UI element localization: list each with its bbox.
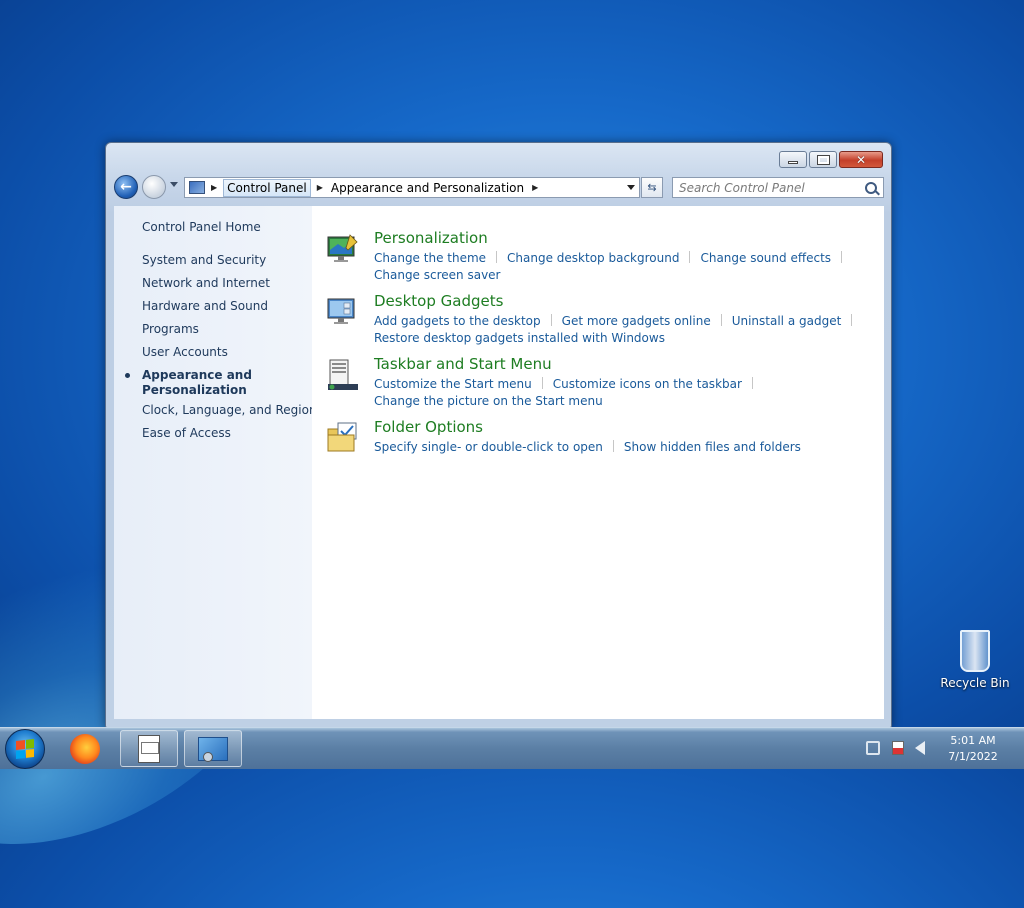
link-change-start-menu-picture[interactable]: Change the picture on the Start menu [374,394,603,408]
caption-buttons: ✕ [779,151,883,168]
category-title[interactable]: Desktop Gadgets [374,292,503,310]
link-single-double-click[interactable]: Specify single- or double-click to open [374,440,603,454]
gadgets-icon[interactable] [326,295,360,329]
back-button[interactable]: ← [114,175,138,199]
link-customize-taskbar-icons[interactable]: Customize icons on the taskbar [553,377,742,391]
taskbar-notepad[interactable] [120,730,178,767]
link-separator [612,440,614,452]
link-customize-start-menu[interactable]: Customize the Start menu [374,377,532,391]
link-separator [541,377,543,389]
close-icon: ✕ [855,152,867,167]
breadcrumb-control-panel[interactable]: Control Panel [223,178,311,197]
link-separator [841,251,843,263]
system-clock[interactable]: 5:01 AM 7/1/2022 [938,733,1008,765]
link-separator [550,314,552,326]
notepad-icon [138,734,160,763]
category-content-pane: Personalization Change the theme Change d… [312,206,884,719]
link-change-screen-saver[interactable]: Change screen saver [374,268,501,282]
maximize-icon [816,154,830,165]
clock-date: 7/1/2022 [948,750,998,763]
refresh-button[interactable]: ⇆ [641,177,663,198]
network-tray-icon[interactable] [866,741,880,755]
breadcrumb-chevron-icon[interactable]: ▶ [317,183,323,192]
category-links: Customize the Start menu Customize icons … [374,376,894,410]
control-panel-window: ✕ ← ▶ Control Panel ▶ Appearance and Per… [105,142,892,728]
nav-clock-language-region[interactable]: Clock, Language, and Region [142,403,317,418]
control-panel-icon [189,181,205,194]
search-input[interactable] [679,180,859,195]
link-separator [720,314,722,326]
link-separator [689,251,691,263]
clock-time: 5:01 AM [950,734,996,747]
close-button[interactable]: ✕ [839,151,883,168]
link-show-hidden-files[interactable]: Show hidden files and folders [624,440,801,454]
active-item-bullet [125,373,130,378]
address-dropdown-icon[interactable] [627,185,635,190]
recycle-bin-icon [960,630,990,672]
link-get-more-gadgets[interactable]: Get more gadgets online [562,314,711,328]
link-change-desktop-background[interactable]: Change desktop background [507,251,679,265]
back-arrow-icon: ← [120,179,132,195]
taskbar-icon[interactable] [326,358,360,392]
action-center-flag-icon[interactable] [892,741,904,755]
recycle-bin-desktop-icon[interactable]: Recycle Bin [940,630,1010,690]
search-box[interactable] [672,177,884,198]
category-title[interactable]: Personalization [374,229,488,247]
nav-appearance-and-personalization[interactable]: Appearance and Personalization [142,368,302,398]
link-restore-gadgets[interactable]: Restore desktop gadgets installed with W… [374,331,665,345]
left-navigation-pane: Control Panel Home System and Security N… [114,206,317,719]
maximize-button[interactable] [809,151,837,168]
nav-hardware-and-sound[interactable]: Hardware and Sound [142,299,268,314]
nav-network-and-internet[interactable]: Network and Internet [142,276,270,291]
search-icon[interactable] [865,182,877,194]
link-add-gadgets[interactable]: Add gadgets to the desktop [374,314,541,328]
taskbar: 5:01 AM 7/1/2022 [0,727,1024,769]
volume-speaker-icon[interactable] [915,741,925,755]
recent-pages-dropdown[interactable] [170,182,178,187]
breadcrumb-chevron-icon[interactable]: ▶ [211,183,217,192]
nav-ease-of-access[interactable]: Ease of Access [142,426,231,441]
link-uninstall-gadget[interactable]: Uninstall a gadget [732,314,842,328]
nav-programs[interactable]: Programs [142,322,199,337]
windows-logo-icon [16,739,34,759]
category-links: Specify single- or double-click to open S… [374,439,894,456]
control-panel-taskbar-icon [198,736,228,762]
minimize-icon [788,161,798,164]
breadcrumb-appearance[interactable]: Appearance and Personalization [329,181,526,195]
personalization-icon[interactable] [326,232,360,266]
refresh-icon: ⇆ [647,181,657,194]
link-change-theme[interactable]: Change the theme [374,251,486,265]
link-separator [751,377,753,389]
link-separator [851,314,853,326]
address-bar[interactable]: ▶ Control Panel ▶ Appearance and Persona… [184,177,640,198]
category-title[interactable]: Folder Options [374,418,483,436]
control-panel-home-link[interactable]: Control Panel Home [142,220,261,235]
folder-options-icon[interactable] [326,421,360,455]
category-links: Add gadgets to the desktop Get more gadge… [374,313,894,347]
nav-system-and-security[interactable]: System and Security [142,253,266,268]
category-title[interactable]: Taskbar and Start Menu [374,355,552,373]
nav-user-accounts[interactable]: User Accounts [142,345,228,360]
taskbar-control-panel[interactable] [184,730,242,767]
breadcrumb-chevron-icon[interactable]: ▶ [532,183,538,192]
navigation-bar: ← ▶ Control Panel ▶ Appearance and Perso… [114,174,884,200]
minimize-button[interactable] [779,151,807,168]
taskbar-firefox[interactable] [56,730,114,767]
recycle-bin-label: Recycle Bin [940,676,1010,690]
firefox-icon [70,733,100,764]
category-links: Change the theme Change desktop backgroun… [374,250,894,284]
link-change-sound-effects[interactable]: Change sound effects [700,251,831,265]
forward-button[interactable] [142,175,166,199]
start-button[interactable] [5,729,45,769]
link-separator [496,251,498,263]
